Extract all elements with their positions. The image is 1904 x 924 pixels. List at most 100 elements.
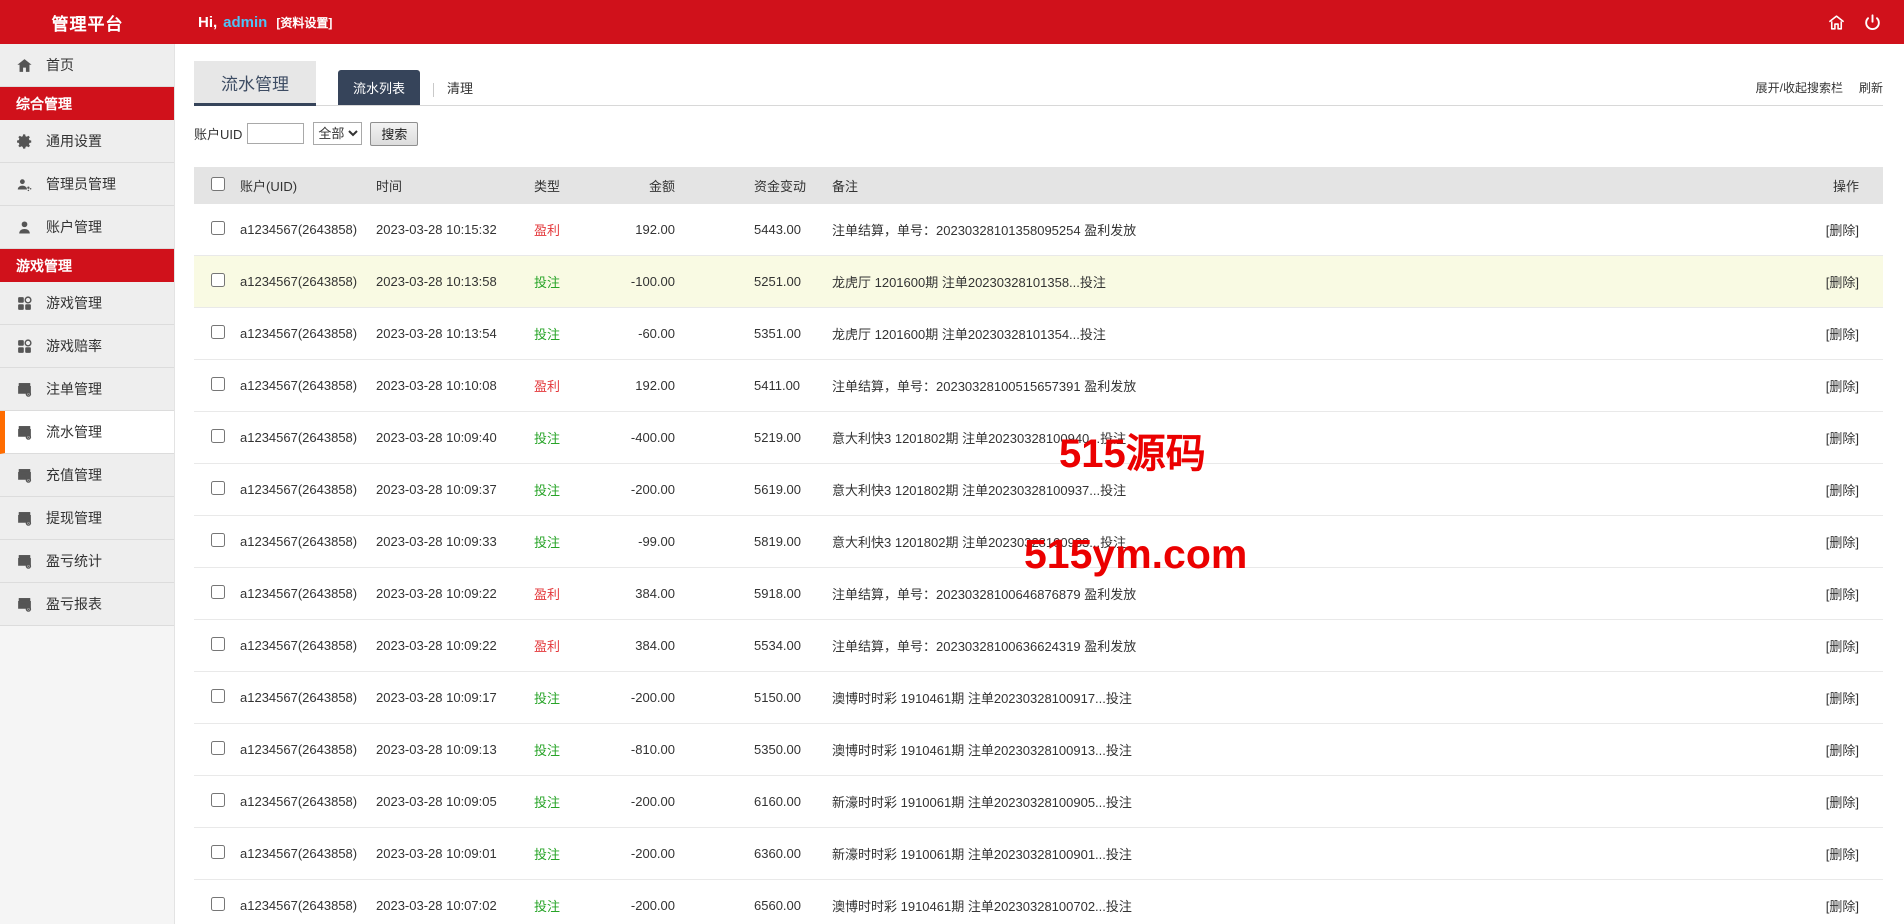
sidebar-item-label: 注单管理 [46, 379, 102, 399]
toggle-search-link[interactable]: 展开/收起搜索栏 [1756, 79, 1843, 96]
refresh-link[interactable]: 刷新 [1859, 79, 1883, 96]
row-checkbox[interactable] [211, 845, 225, 859]
sidebar-item-11[interactable]: o 提现管理 [0, 497, 174, 540]
greeting-prefix: Hi, [198, 14, 217, 31]
sidebar-item-label: 充值管理 [46, 465, 102, 485]
table-row: a1234567(2643858) 2023-03-28 10:13:58 投注… [194, 256, 1883, 308]
row-change: 5219.00 [682, 430, 832, 445]
row-checkbox[interactable] [211, 273, 225, 287]
report-icon: o [16, 553, 33, 570]
select-all-checkbox[interactable] [211, 177, 225, 191]
row-checkbox[interactable] [211, 637, 225, 651]
report-icon: o [16, 467, 33, 484]
row-remark: 澳博时时彩 1910461期 注单20230328100702...投注 [832, 896, 1793, 915]
sidebar-item-label: 首页 [46, 55, 74, 75]
row-time: 2023-03-28 10:09:40 [376, 430, 534, 445]
row-checkbox[interactable] [211, 377, 225, 391]
row-account: a1234567(2643858) [240, 274, 376, 289]
row-remark: 注单结算，单号：20230328101358095254 盈利发放 [832, 220, 1793, 239]
select-all-cell [194, 177, 240, 194]
sidebar-item-8[interactable]: o 注单管理 [0, 368, 174, 411]
row-amount: 192.00 [614, 378, 682, 393]
row-account: a1234567(2643858) [240, 898, 376, 913]
row-checkbox[interactable] [211, 533, 225, 547]
sidebar-item-6[interactable]: 游戏管理 [0, 282, 174, 325]
sidebar-item-0[interactable]: 首页 [0, 44, 174, 87]
row-amount: 384.00 [614, 586, 682, 601]
profile-settings-link[interactable]: [资料设置] [276, 14, 332, 31]
delete-link[interactable]: [删除] [1826, 223, 1859, 238]
row-type: 盈利 [534, 584, 614, 603]
home-icon[interactable] [1827, 13, 1846, 32]
delete-link[interactable]: [删除] [1826, 743, 1859, 758]
row-checkbox[interactable] [211, 897, 225, 911]
row-time: 2023-03-28 10:15:32 [376, 222, 534, 237]
admins-icon [16, 176, 33, 193]
sidebar-item-7[interactable]: 游戏赔率 [0, 325, 174, 368]
power-icon[interactable] [1863, 13, 1882, 32]
row-change: 5351.00 [682, 326, 832, 341]
uid-input[interactable] [247, 123, 304, 144]
table-row: a1234567(2643858) 2023-03-28 10:09:17 投注… [194, 672, 1883, 724]
row-checkbox[interactable] [211, 429, 225, 443]
tab-flow-list[interactable]: 流水列表 [338, 70, 420, 105]
delete-link[interactable]: [删除] [1826, 275, 1859, 290]
row-type: 投注 [534, 896, 614, 915]
sidebar-item-12[interactable]: o 盈亏统计 [0, 540, 174, 583]
row-checkbox[interactable] [211, 325, 225, 339]
row-change: 5443.00 [682, 222, 832, 237]
row-time: 2023-03-28 10:09:33 [376, 534, 534, 549]
row-checkbox[interactable] [211, 689, 225, 703]
sidebar-item-2[interactable]: 通用设置 [0, 120, 174, 163]
row-remark: 意大利快3 1201802期 注单20230328100933...投注 [832, 532, 1793, 551]
delete-link[interactable]: [删除] [1826, 379, 1859, 394]
row-checkbox[interactable] [211, 585, 225, 599]
table-body: a1234567(2643858) 2023-03-28 10:15:32 盈利… [194, 204, 1883, 924]
user-greeting: Hi, admin [资料设置] [198, 14, 332, 31]
delete-link[interactable]: [删除] [1826, 431, 1859, 446]
row-type: 投注 [534, 740, 614, 759]
sidebar-item-9[interactable]: o 流水管理 [0, 411, 174, 454]
delete-link[interactable]: [删除] [1826, 899, 1859, 914]
row-account: a1234567(2643858) [240, 222, 376, 237]
sidebar-item-4[interactable]: 账户管理 [0, 206, 174, 249]
row-remark: 龙虎厅 1201600期 注单20230328101358...投注 [832, 272, 1793, 291]
gear-icon [16, 133, 33, 150]
tab-clean[interactable]: 清理 [434, 70, 473, 105]
col-amount: 金额 [614, 176, 682, 195]
row-type: 盈利 [534, 220, 614, 239]
sidebar-item-10[interactable]: o 充值管理 [0, 454, 174, 497]
sidebar-item-label: 盈亏统计 [46, 551, 102, 571]
grid-icon [16, 338, 33, 355]
row-account: a1234567(2643858) [240, 794, 376, 809]
sidebar-item-label: 流水管理 [46, 422, 102, 442]
delete-link[interactable]: [删除] [1826, 535, 1859, 550]
sidebar-nav: 首页 综合管理 通用设置 管理员管理 账户管理 游戏管理 游戏管理 游戏赔率 o… [0, 44, 175, 924]
table-row: a1234567(2643858) 2023-03-28 10:15:32 盈利… [194, 204, 1883, 256]
delete-link[interactable]: [删除] [1826, 639, 1859, 654]
col-change: 资金变动 [682, 176, 832, 195]
row-type: 投注 [534, 480, 614, 499]
delete-link[interactable]: [删除] [1826, 691, 1859, 706]
table-row: a1234567(2643858) 2023-03-28 10:13:54 投注… [194, 308, 1883, 360]
type-select[interactable]: 全部 [313, 122, 362, 145]
row-change: 5918.00 [682, 586, 832, 601]
delete-link[interactable]: [删除] [1826, 327, 1859, 342]
sidebar-item-3[interactable]: 管理员管理 [0, 163, 174, 206]
row-checkbox[interactable] [211, 481, 225, 495]
row-checkbox[interactable] [211, 793, 225, 807]
row-remark: 澳博时时彩 1910461期 注单20230328100913...投注 [832, 740, 1793, 759]
row-amount: 192.00 [614, 222, 682, 237]
row-change: 5150.00 [682, 690, 832, 705]
top-header: 管理平台 Hi, admin [资料设置] [0, 0, 1904, 44]
search-button[interactable]: 搜索 [370, 122, 418, 146]
table-row: a1234567(2643858) 2023-03-28 10:09:01 投注… [194, 828, 1883, 880]
sidebar-item-13[interactable]: o 盈亏报表 [0, 583, 174, 626]
sidebar-item-label: 提现管理 [46, 508, 102, 528]
row-checkbox[interactable] [211, 741, 225, 755]
delete-link[interactable]: [删除] [1826, 483, 1859, 498]
delete-link[interactable]: [删除] [1826, 847, 1859, 862]
row-checkbox[interactable] [211, 221, 225, 235]
delete-link[interactable]: [删除] [1826, 795, 1859, 810]
delete-link[interactable]: [删除] [1826, 587, 1859, 602]
